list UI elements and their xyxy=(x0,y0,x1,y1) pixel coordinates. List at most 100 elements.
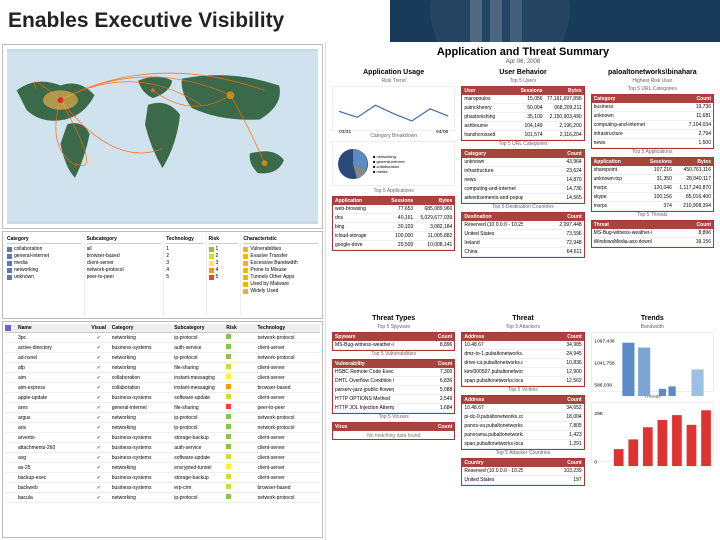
filter-item[interactable]: unknown xyxy=(14,274,34,280)
col-head: Virus xyxy=(335,424,394,430)
box-title: Application Usage xyxy=(332,69,455,76)
filter-item[interactable]: 4 xyxy=(166,267,169,273)
table-row: parserv-jazz-jpublic-flowerpots-excl5,08… xyxy=(333,386,454,395)
table-row: sharepoint107,216450,761,116 xyxy=(592,166,713,175)
filter-item[interactable]: general-internet xyxy=(14,253,49,259)
box-subtitle: Top 5 URL Categories xyxy=(591,86,714,92)
filter-item[interactable]: 5 xyxy=(216,274,219,280)
technology-filter[interactable]: Technology 1 2 3 4 5 xyxy=(164,234,206,316)
table-row[interactable]: afp✓ networkingfile-sharing client-serve… xyxy=(5,363,320,373)
filter-item[interactable]: 3 xyxy=(216,260,219,266)
page-title: Enables Executive Visibility xyxy=(8,9,296,33)
table-row: 10.48.6734,652 xyxy=(462,404,583,413)
box-subtitle: Bandwidth xyxy=(591,324,714,330)
table-row[interactable]: backup-exec✓ business-systemsstorage-bac… xyxy=(5,473,320,483)
characteristic-filter[interactable]: Characteristic Vulnerabilities Evasive T… xyxy=(241,234,320,316)
svg-text:03/31: 03/31 xyxy=(339,129,351,135)
col-head[interactable]: Risk xyxy=(226,325,257,331)
filter-item[interactable]: 2 xyxy=(216,253,219,259)
table-row[interactable]: aris✓ networkingip-protocol network-prot… xyxy=(5,423,320,433)
filter-item[interactable]: Excessive Bandwidth xyxy=(250,260,297,266)
table-row[interactable]: ad-nxnel✓ networkingip-protocol network-… xyxy=(5,353,320,363)
filter-item[interactable]: Widely Used xyxy=(250,288,278,294)
filter-item[interactable]: 4 xyxy=(216,267,219,273)
subcategory-filter[interactable]: Subcategory all browser-based client-ser… xyxy=(85,234,165,316)
svg-text:1041,758: 1041,758 xyxy=(594,360,615,366)
top-apps-table: ApplicationSessionsBytes web-browsing77,… xyxy=(332,196,455,251)
box-title: paloaltonetworks\binahara xyxy=(591,69,714,76)
filter-item[interactable]: Vulnerabilities xyxy=(250,246,281,252)
filter-item[interactable]: 1 xyxy=(166,246,169,252)
table-row: WindowsMedia-asx-download19,156 xyxy=(592,238,713,247)
filter-head: Category xyxy=(7,236,82,244)
table-row[interactable]: apple-update✓ business-systemssoftware-u… xyxy=(5,393,320,403)
filter-item[interactable]: Tunnels Other Apps xyxy=(250,274,294,280)
svg-text:1097,438: 1097,438 xyxy=(594,338,615,344)
report-title: Application and Threat Summary xyxy=(332,46,714,58)
col-head: Count xyxy=(652,222,711,228)
filter-item[interactable]: Prone to Misuse xyxy=(250,267,286,273)
filter-item[interactable]: media xyxy=(14,260,28,266)
table-row: ashbourne104,1492,196,200 xyxy=(462,122,583,131)
category-filter[interactable]: Category collaboration general-internet … xyxy=(5,234,85,316)
filter-item[interactable]: browser-based xyxy=(87,253,120,259)
table-row[interactable]: aim✓ collaborationinstant-messaging clie… xyxy=(5,373,320,383)
world-threat-map[interactable] xyxy=(2,44,323,229)
table-row[interactable]: avg✓ business-systemssoftware-update cli… xyxy=(5,453,320,463)
table-row[interactable]: argus✓ networkingip-protocol network-pro… xyxy=(5,413,320,423)
table-row[interactable]: ares✓ general-internetfile-sharing peer-… xyxy=(5,403,320,413)
table-row[interactable]: arvento✓ business-systemsstorage-backup … xyxy=(5,433,320,443)
box-subtitle: Risk Trend xyxy=(332,78,455,84)
col-head[interactable]: Name xyxy=(12,325,86,331)
col-head: Category xyxy=(464,151,523,157)
table-row[interactable]: bacula✓ networkingip-protocol network-pr… xyxy=(5,493,320,503)
filter-item[interactable]: networking xyxy=(14,267,38,273)
table-row: patrickhenry50,004068,209,211 xyxy=(462,104,583,113)
table-row[interactable]: attachments-260✓ business-systemsauth-se… xyxy=(5,443,320,453)
spyware-table: SpywareCount MS-Bug-witness-weather-info… xyxy=(332,332,455,351)
col-head: Sessions xyxy=(503,88,542,94)
filter-item[interactable]: Used by Malware xyxy=(250,281,289,287)
filter-item[interactable]: Evasive Transfer xyxy=(250,253,287,259)
table-row[interactable]: backweb✓ business-systemserp-crm browser… xyxy=(5,483,320,493)
svg-text:586,038: 586,038 xyxy=(594,382,612,388)
filter-item[interactable]: collaboration xyxy=(14,246,42,252)
svg-text:0: 0 xyxy=(594,459,597,465)
trends-box: Trends Bandwidth 1097,4381041,758586,038… xyxy=(591,315,714,537)
filter-item[interactable]: network-protocol xyxy=(87,267,124,273)
content-area: Category collaboration general-internet … xyxy=(0,42,720,540)
filter-item[interactable]: 5 xyxy=(166,274,169,280)
filter-item[interactable]: peer-to-peer xyxy=(87,274,115,280)
virus-table: VirusCount No matching data found xyxy=(332,422,455,440)
col-head: Destination xyxy=(464,214,523,220)
application-table[interactable]: Name Visual Category Subcategory Risk Te… xyxy=(2,321,323,538)
col-head[interactable]: Visual xyxy=(86,325,112,331)
header-decoration xyxy=(390,0,720,42)
filter-item[interactable]: 1 xyxy=(216,246,219,252)
table-row[interactable]: active-directory✓ business-systemsauth-s… xyxy=(5,343,320,353)
table-row[interactable]: 3pc✓ networkingip-protocol network-proto… xyxy=(5,333,320,343)
table-row: news1,500 xyxy=(592,139,713,148)
table-row[interactable]: aim-express✓ collaborationinstant-messag… xyxy=(5,383,320,393)
table-row: DHTL Overflow Condition Overflow6,836 xyxy=(333,377,454,386)
filter-panel: Category collaboration general-internet … xyxy=(2,231,323,319)
box-title: Threat xyxy=(461,315,584,322)
risk-filter[interactable]: Risk 1 2 3 4 5 xyxy=(207,234,242,316)
col-head: Count xyxy=(523,397,582,403)
table-row: 10.48.6734,985 xyxy=(462,341,583,350)
atk-countries-table: CountryCount Reserved (10.0.0.0 - 10.255… xyxy=(461,458,584,486)
box-subtitle: Top 5 Attacker Countries xyxy=(461,450,584,456)
table-row[interactable]: ax-25✓ networkingencrypted-tunnel client… xyxy=(5,463,320,473)
col-head[interactable]: Subcategory xyxy=(174,325,226,331)
box-subtitle: Top 5 URL Categories xyxy=(461,141,584,147)
col-head: Vulnerability xyxy=(335,361,394,367)
filter-item[interactable]: 2 xyxy=(166,253,169,259)
box-subtitle: Top 5 Attackers xyxy=(461,324,584,330)
col-head[interactable]: Technology xyxy=(258,325,320,331)
filter-item[interactable]: 3 xyxy=(166,260,169,266)
filter-item[interactable]: all xyxy=(87,246,92,252)
col-head[interactable]: Category xyxy=(112,325,174,331)
filter-item[interactable]: client-server xyxy=(87,260,114,266)
col-head: Bytes xyxy=(672,159,711,165)
app-usage-box: Application Usage Risk Trend 03/3104/06 … xyxy=(332,69,455,309)
